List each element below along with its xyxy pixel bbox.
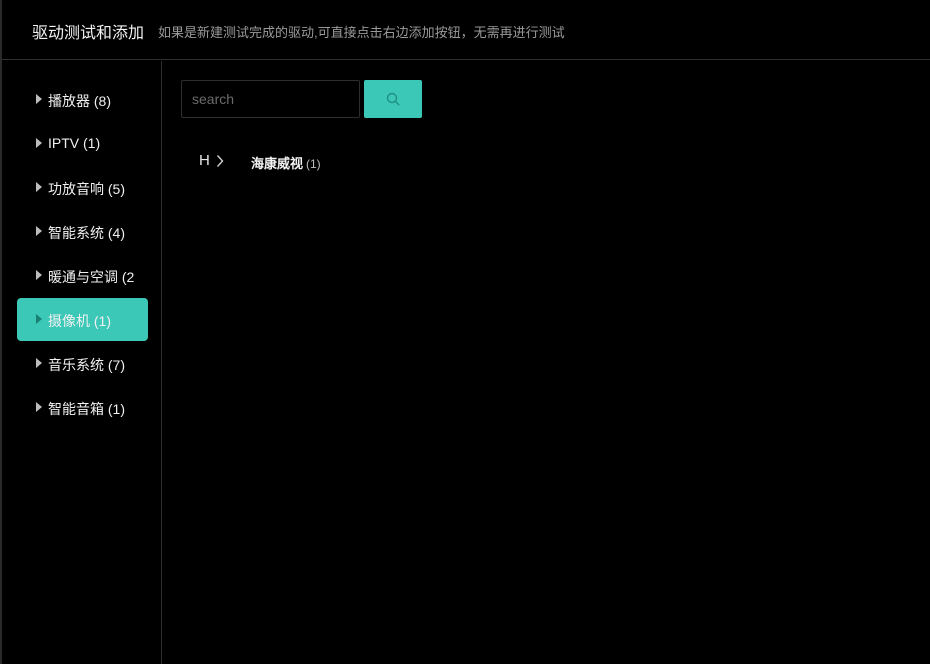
page-header: 驱动测试和添加 如果是新建测试完成的驱动,可直接点击右边添加按钮，无需再进行测试 [2, 0, 930, 60]
letter-filter-h[interactable]: H [199, 152, 224, 169]
letter-filter-label: H [199, 152, 210, 169]
sidebar-item-label: 播放器 (8) [48, 93, 111, 109]
brand-count: (1) [306, 157, 321, 171]
sidebar-item-player[interactable]: 播放器 (8) [17, 78, 148, 121]
sidebar-item-smart-system[interactable]: 智能系统 (4) [17, 210, 148, 253]
caret-right-icon [36, 182, 42, 192]
sidebar-item-music-system[interactable]: 音乐系统 (7) [17, 342, 148, 385]
sidebar-item-iptv[interactable]: IPTV (1) [17, 122, 148, 165]
chevron-right-icon [216, 155, 224, 167]
search-button[interactable] [364, 80, 422, 118]
sidebar-item-camera[interactable]: 摄像机 (1) [17, 298, 148, 341]
sidebar-item-label: 功放音响 (5) [48, 181, 125, 197]
caret-right-icon [36, 270, 42, 280]
caret-right-icon [36, 226, 42, 236]
sidebar-item-label: 摄像机 (1) [48, 313, 111, 329]
sidebar-item-label: 智能系统 (4) [48, 225, 125, 241]
caret-right-icon [36, 402, 42, 412]
sidebar-item-label: 暖通与空调 (2 [48, 269, 135, 285]
caret-right-icon [36, 314, 42, 324]
page-hint: 如果是新建测试完成的驱动,可直接点击右边添加按钮，无需再进行测试 [158, 25, 565, 40]
search-input[interactable] [181, 80, 360, 118]
caret-right-icon [36, 94, 42, 104]
category-sidebar: 播放器 (8) IPTV (1) 功放音响 (5) 智能系统 (4) 暖通与空调… [2, 61, 162, 664]
brand-item-hikvision[interactable]: 海康威视 (1) [251, 153, 321, 173]
app-frame: 驱动测试和添加 如果是新建测试完成的驱动,可直接点击右边添加按钮，无需再进行测试… [0, 0, 930, 664]
sidebar-item-hvac[interactable]: 暖通与空调 (2 [17, 254, 148, 297]
brand-name: 海康威视 [251, 156, 304, 171]
sidebar-item-label: 音乐系统 (7) [48, 357, 125, 373]
sidebar-item-label: IPTV (1) [48, 135, 101, 151]
sidebar-item-label: 智能音箱 (1) [48, 401, 125, 417]
page-title: 驱动测试和添加 [32, 25, 145, 42]
sidebar-item-amplifier[interactable]: 功放音响 (5) [17, 166, 148, 209]
caret-right-icon [36, 138, 42, 148]
caret-right-icon [36, 358, 42, 368]
search-icon [386, 92, 400, 106]
sidebar-item-smart-speaker[interactable]: 智能音箱 (1) [17, 386, 148, 429]
